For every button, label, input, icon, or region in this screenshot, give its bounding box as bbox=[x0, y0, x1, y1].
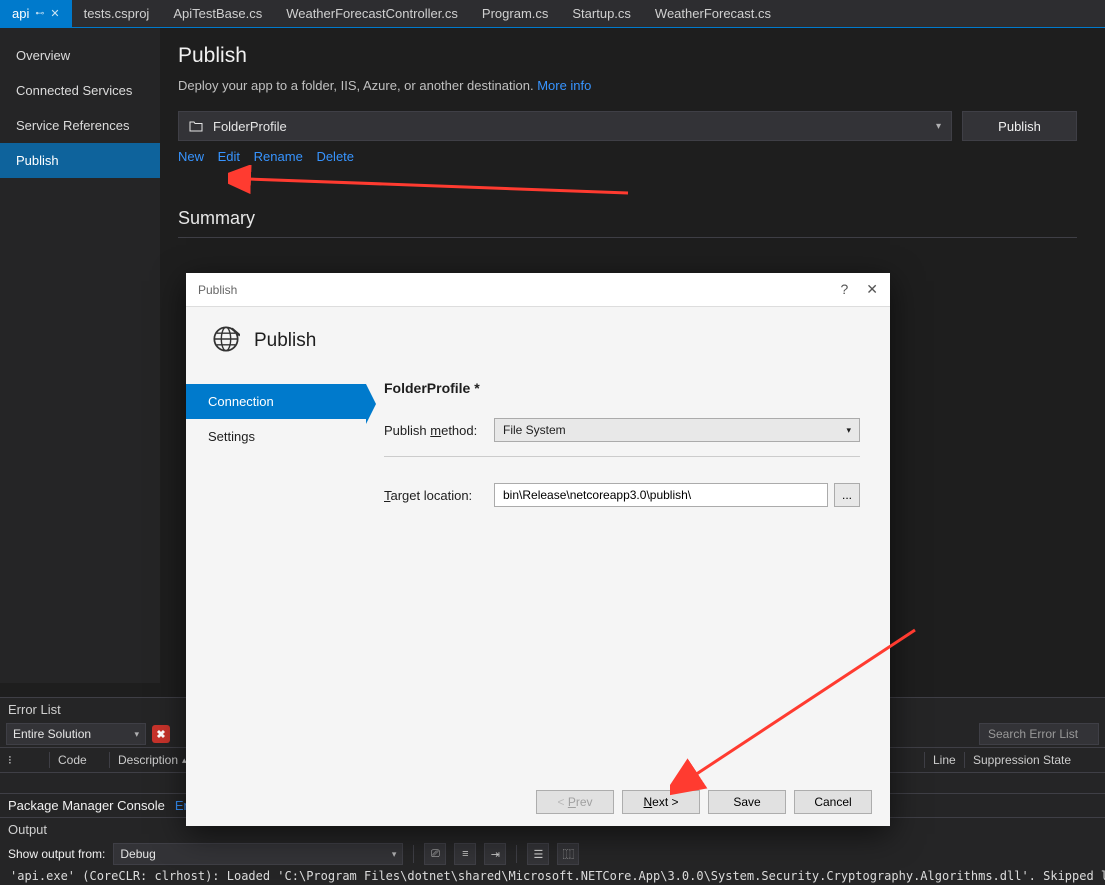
page-subtitle: Deploy your app to a folder, IIS, Azure,… bbox=[178, 78, 1077, 93]
tab-api[interactable]: api ⊷ ✕ bbox=[0, 0, 72, 27]
pmc-title: Package Manager Console bbox=[8, 798, 165, 813]
publish-button[interactable]: Publish bbox=[962, 111, 1077, 141]
step-connection[interactable]: Connection bbox=[186, 384, 366, 419]
sidenav-connected[interactable]: Connected Services bbox=[0, 73, 160, 108]
tab-startup[interactable]: Startup.cs bbox=[560, 0, 643, 27]
profile-select[interactable]: FolderProfile ▾ bbox=[178, 111, 952, 141]
divider bbox=[384, 456, 860, 457]
search-error-list[interactable]: Search Error List bbox=[979, 723, 1099, 745]
profile-name: FolderProfile bbox=[213, 119, 287, 134]
dialog-heading: Publish bbox=[254, 330, 316, 352]
method-label: Publish method: bbox=[384, 423, 494, 438]
browse-button[interactable]: ... bbox=[834, 483, 860, 507]
summary-heading: Summary bbox=[178, 208, 1077, 238]
tab-label: api bbox=[12, 6, 29, 21]
sidenav-overview[interactable]: Overview bbox=[0, 38, 160, 73]
folder-icon bbox=[189, 120, 203, 132]
tab-tests[interactable]: tests.csproj bbox=[72, 0, 162, 27]
edit-link[interactable]: Edit bbox=[218, 149, 240, 164]
clear-output-icon[interactable]: ⎚ bbox=[424, 843, 446, 865]
sidenav-publish[interactable]: Publish bbox=[0, 143, 160, 178]
editor-tabs: api ⊷ ✕ tests.csproj ApiTestBase.cs Weat… bbox=[0, 0, 1105, 28]
error-icon[interactable]: ✖ bbox=[152, 725, 170, 743]
method-select[interactable]: File System▾ bbox=[494, 418, 860, 442]
next-button[interactable]: Next > bbox=[622, 790, 700, 814]
more-info-link[interactable]: More info bbox=[537, 78, 591, 93]
tab-program[interactable]: Program.cs bbox=[470, 0, 560, 27]
rename-link[interactable]: Rename bbox=[254, 149, 303, 164]
new-link[interactable]: New bbox=[178, 149, 204, 164]
col-line[interactable]: Line bbox=[925, 752, 965, 768]
dialog-titlebar[interactable]: Publish ? ✕ bbox=[186, 273, 890, 307]
output-from-label: Show output from: bbox=[8, 847, 105, 861]
target-label: Target location: bbox=[384, 488, 494, 503]
profile-title: FolderProfile * bbox=[384, 380, 860, 396]
col-state[interactable]: Suppression State bbox=[965, 752, 1105, 768]
profile-actions: New Edit Rename Delete bbox=[178, 149, 1077, 164]
publish-dialog: Publish ? ✕ Publish Connection Settings … bbox=[186, 273, 890, 826]
error-scope-select[interactable]: Entire Solution▾ bbox=[6, 723, 146, 745]
list-icon[interactable]: ☰ bbox=[527, 843, 549, 865]
close-icon[interactable]: ✕ bbox=[50, 7, 59, 20]
step-settings[interactable]: Settings bbox=[186, 419, 366, 454]
page-title: Publish bbox=[178, 44, 1077, 68]
col-code[interactable]: Code bbox=[50, 752, 110, 768]
indent-icon[interactable]: ⇥ bbox=[484, 843, 506, 865]
options-icon[interactable]: ⿲ bbox=[557, 843, 579, 865]
tab-weathercontroller[interactable]: WeatherForecastController.cs bbox=[274, 0, 470, 27]
close-dialog-icon[interactable]: ✕ bbox=[866, 281, 878, 298]
prev-button: < Prev bbox=[536, 790, 614, 814]
dialog-title-text: Publish bbox=[198, 283, 237, 297]
toggle-wrap-icon[interactable]: ≡ bbox=[454, 843, 476, 865]
chevron-down-icon: ▾ bbox=[936, 121, 941, 132]
cancel-button[interactable]: Cancel bbox=[794, 790, 872, 814]
tab-apitestbase[interactable]: ApiTestBase.cs bbox=[161, 0, 274, 27]
globe-icon bbox=[212, 325, 240, 356]
output-from-select[interactable]: Debug▾ bbox=[113, 843, 403, 865]
output-text: 'api.exe' (CoreCLR: clrhost): Loaded 'C:… bbox=[0, 867, 1105, 885]
side-nav: Overview Connected Services Service Refe… bbox=[0, 28, 160, 683]
help-icon[interactable]: ? bbox=[840, 281, 848, 298]
col-icon[interactable]: ⁝ bbox=[0, 752, 50, 768]
sidenav-refs[interactable]: Service References bbox=[0, 108, 160, 143]
pin-icon: ⊷ bbox=[35, 8, 44, 19]
target-input[interactable] bbox=[494, 483, 828, 507]
save-button[interactable]: Save bbox=[708, 790, 786, 814]
tab-weatherforecast[interactable]: WeatherForecast.cs bbox=[643, 0, 783, 27]
delete-link[interactable]: Delete bbox=[316, 149, 354, 164]
